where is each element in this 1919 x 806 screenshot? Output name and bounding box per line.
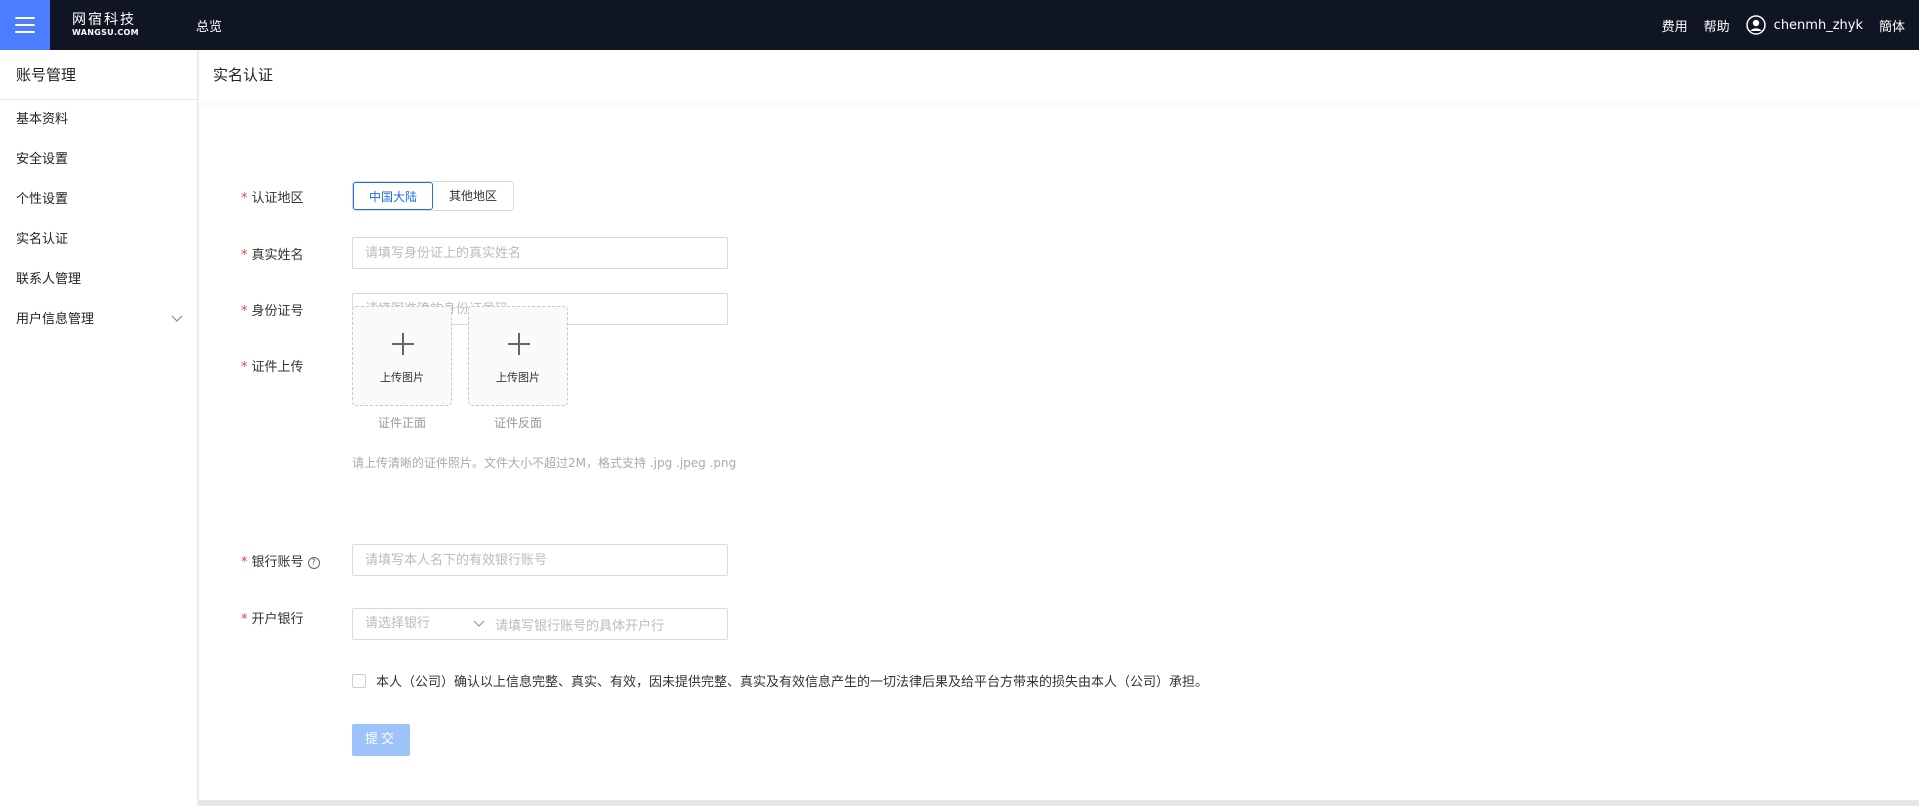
upload-back-caption: 证件反面 — [493, 416, 542, 430]
sidebar-item-label: 基本资料 — [16, 112, 69, 127]
page-title: 实名认证 — [213, 66, 274, 84]
sidebar-item-basic-info[interactable]: 基本资料 — [0, 100, 197, 140]
real-name-input[interactable] — [352, 237, 728, 269]
plus-icon — [392, 333, 414, 355]
required-mark: * — [241, 191, 248, 206]
logo-english: WANGSU.COM — [72, 28, 139, 37]
user-menu[interactable]: chenmh_zhyk — [1745, 15, 1863, 35]
sidebar-item-personalization[interactable]: 个性设置 — [0, 180, 197, 220]
chevron-down-icon — [473, 620, 485, 627]
user-icon — [1745, 15, 1766, 35]
nav-fees[interactable]: 费用 — [1662, 16, 1688, 35]
upload-front-caption: 证件正面 — [377, 416, 426, 430]
upload-back-button[interactable]: 上传图片 — [468, 306, 568, 406]
top-bar: 网宿科技 WANGSU.COM 总览 费用 帮助 chenmh_zhyk 簡体 — [0, 0, 1919, 50]
id-label: * 身份证号 — [241, 304, 304, 319]
region-selector: 中国大陆 其他地区 — [352, 181, 514, 211]
logo[interactable]: 网宿科技 WANGSU.COM — [72, 10, 164, 40]
bank-select-placeholder: 请选择银行 — [365, 616, 431, 631]
nav-overview[interactable]: 总览 — [196, 16, 222, 35]
username: chenmh_zhyk — [1773, 17, 1863, 33]
sidebar-item-label: 联系人管理 — [16, 272, 82, 287]
bank-branch-input[interactable]: 请填写银行账号的具体开户行 — [493, 615, 664, 634]
name-label: * 真实姓名 — [241, 248, 304, 263]
top-right-menu: 费用 帮助 chenmh_zhyk 簡体 — [1646, 0, 1905, 50]
upload-button-label: 上传图片 — [496, 371, 540, 384]
sidebar-item-security[interactable]: 安全设置 — [0, 140, 197, 180]
region-option-mainland[interactable]: 中国大陆 — [353, 182, 433, 210]
bank-account-label: * 银行账号? — [241, 551, 320, 570]
upload-button-label: 上传图片 — [380, 371, 424, 384]
sidebar-title: 账号管理 — [0, 50, 197, 100]
region-label: * 认证地区 — [241, 191, 304, 206]
sidebar-item-label: 实名认证 — [16, 232, 69, 247]
main-content: 实名认证 *认证地区 中国大陆 其他地区 *真实姓名 *身份证号 *证件上传 上… — [199, 50, 1919, 800]
sidebar-item-label: 用户信息管理 — [16, 312, 95, 327]
required-mark: * — [241, 304, 248, 319]
upload-label: * 证件上传 — [241, 360, 304, 375]
region-option-other[interactable]: 其他地区 — [433, 182, 513, 210]
sidebar-item-user-info[interactable]: 用户信息管理 — [0, 300, 197, 340]
upload-hint: 请上传清晰的证件照片。文件大小不超过2M，格式支持 .jpg .jpeg .pn… — [352, 456, 737, 470]
agreement-checkbox[interactable] — [352, 673, 366, 688]
menu-button[interactable] — [0, 0, 50, 50]
required-mark: * — [241, 612, 248, 627]
chevron-down-icon — [171, 315, 183, 322]
sidebar-item-label: 安全设置 — [16, 152, 69, 167]
nav-help[interactable]: 帮助 — [1704, 16, 1730, 35]
logo-chinese: 网宿科技 — [72, 12, 136, 28]
required-mark: * — [241, 555, 248, 570]
bank-label: * 开户银行 — [241, 612, 304, 627]
bank-field: 请选择银行 请填写银行账号的具体开户行 — [352, 608, 728, 640]
plus-icon — [508, 333, 530, 355]
divider — [199, 100, 1919, 108]
sidebar-item-label: 个性设置 — [16, 192, 69, 207]
bottom-scroll-area — [199, 800, 1919, 806]
sidebar-item-contacts[interactable]: 联系人管理 — [0, 260, 197, 300]
agreement-text: 本人（公司）确认以上信息完整、真实、有效，因未提供完整、真实及有效信息产生的一切… — [376, 675, 1209, 690]
submit-button[interactable]: 提交 — [352, 724, 410, 756]
required-mark: * — [241, 248, 248, 263]
sidebar: 账号管理 基本资料 安全设置 个性设置 实名认证 联系人管理 用户信息管理 — [0, 50, 198, 806]
help-icon[interactable]: ? — [307, 556, 320, 569]
upload-front-button[interactable]: 上传图片 — [352, 306, 452, 406]
sidebar-item-real-name-auth[interactable]: 实名认证 — [0, 220, 197, 260]
language-switch[interactable]: 簡体 — [1879, 16, 1905, 35]
required-mark: * — [241, 360, 248, 375]
bank-account-input[interactable] — [352, 544, 728, 576]
hamburger-icon — [15, 17, 35, 33]
bank-select[interactable]: 请选择银行 — [353, 609, 493, 639]
agreement: 本人（公司）确认以上信息完整、真实、有效，因未提供完整、真实及有效信息产生的一切… — [352, 671, 1208, 690]
